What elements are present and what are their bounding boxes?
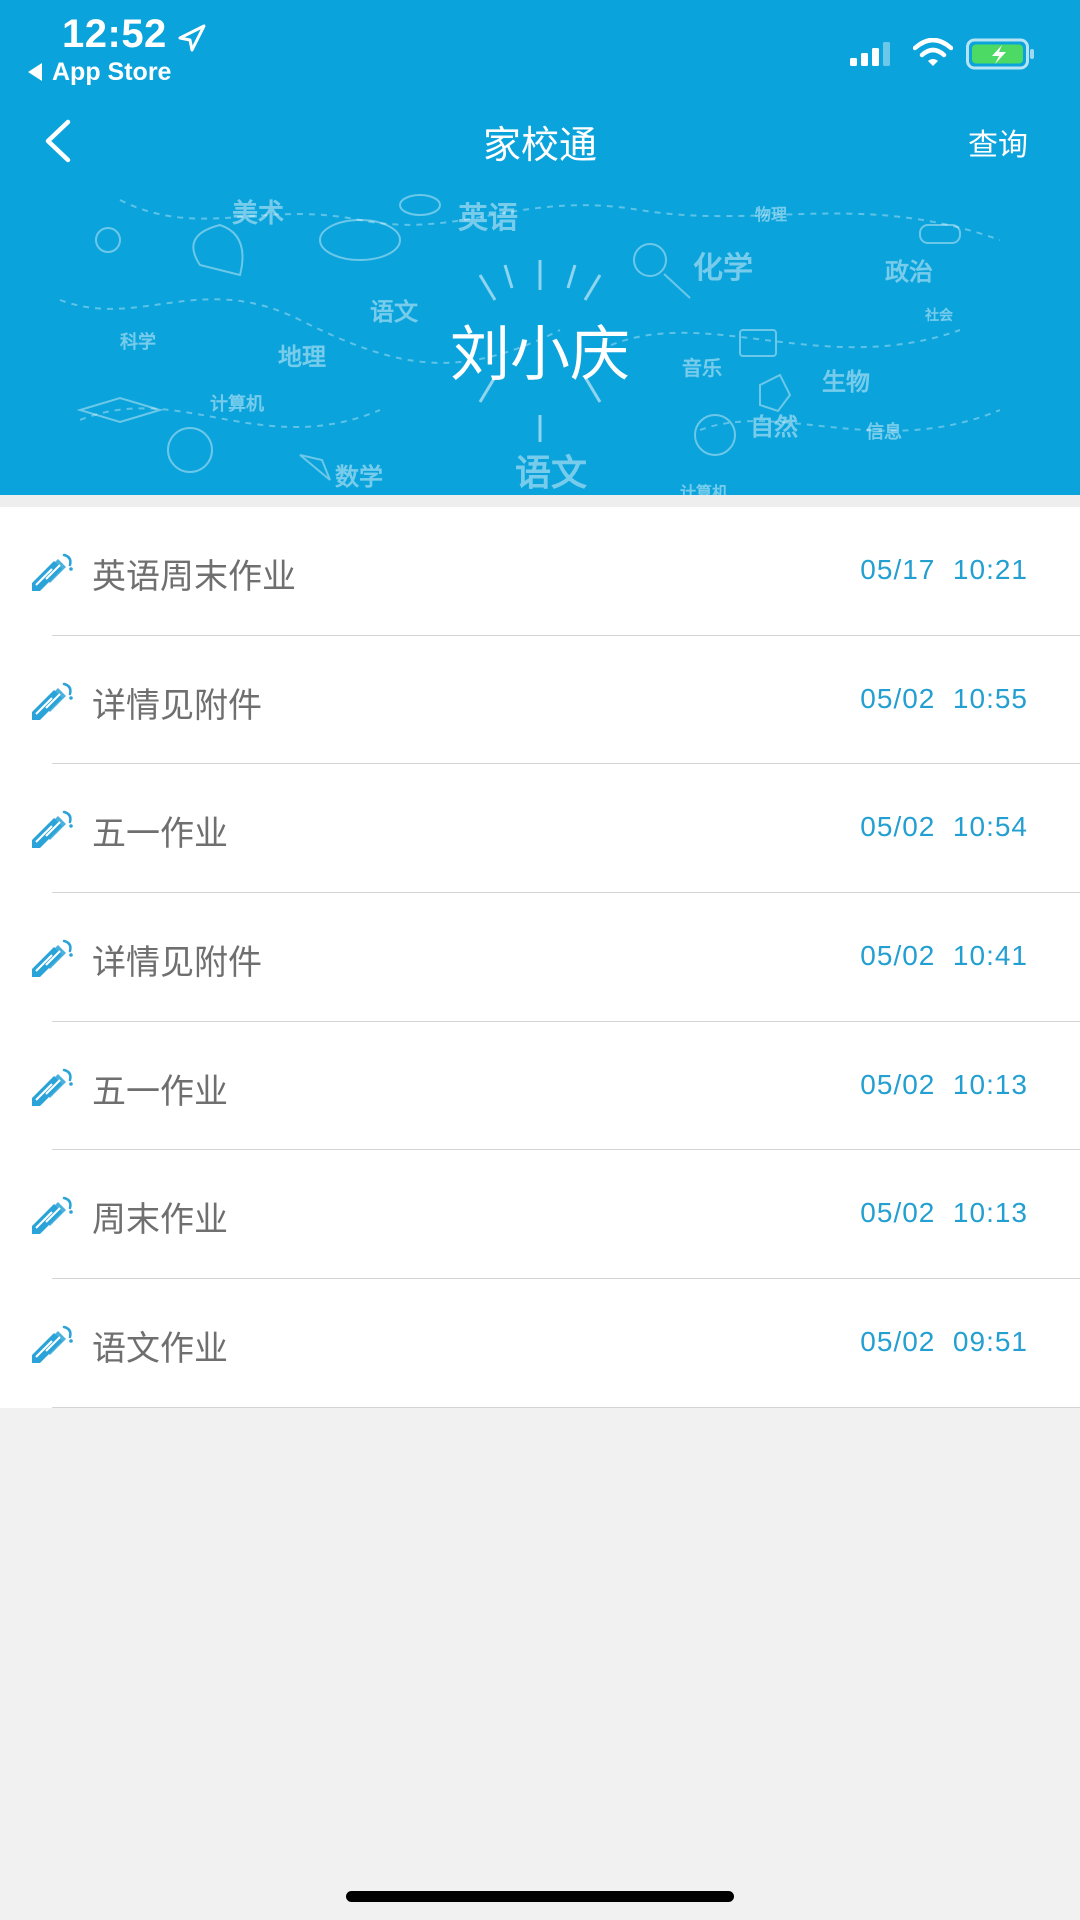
pen-icon xyxy=(30,1068,74,1107)
svg-text:数学: 数学 xyxy=(335,462,383,491)
homework-time: 05/02 10:13 xyxy=(860,1197,1028,1229)
list-item[interactable]: 周末作业 05/02 10:13 xyxy=(0,1150,1080,1280)
student-name: 刘小庆 xyxy=(450,320,630,390)
cellular-signal-icon xyxy=(850,42,890,66)
svg-text:政治: 政治 xyxy=(885,257,933,286)
homework-time: 05/02 10:41 xyxy=(860,940,1028,972)
homework-time: 05/02 10:55 xyxy=(860,682,1028,714)
homework-title: 五一作业 xyxy=(92,1071,228,1112)
svg-text:计算机: 计算机 xyxy=(210,393,264,415)
svg-text:化学: 化学 xyxy=(693,251,753,286)
svg-text:美术: 美术 xyxy=(232,198,284,229)
svg-text:英语: 英语 xyxy=(458,201,518,236)
homework-time: 05/17 10:21 xyxy=(860,554,1028,585)
back-to-app-store[interactable]: App Store xyxy=(28,58,171,87)
pen-icon xyxy=(30,1197,74,1236)
list-item[interactable]: 英语周末作业 05/17 10:21 xyxy=(0,507,1080,636)
pen-icon xyxy=(30,939,74,979)
battery-charging-icon xyxy=(966,38,1034,70)
banner-divider xyxy=(0,495,1080,507)
homework-time: 05/02 09:51 xyxy=(860,1326,1028,1358)
back-triangle-icon xyxy=(28,63,42,81)
homework-title: 英语周末作业 xyxy=(92,557,296,597)
list-item[interactable]: 五一作业 05/02 10:54 xyxy=(0,764,1080,894)
pen-icon xyxy=(30,553,74,593)
list-item[interactable]: 详情见附件 05/02 10:41 xyxy=(0,893,1080,1022)
svg-text:自然: 自然 xyxy=(750,412,798,441)
pen-icon xyxy=(30,682,74,721)
row-divider xyxy=(52,1406,1080,1408)
header-banner: 美术 英语 物理 化学 政治 社会 科学 语文 地理 计算机 音乐 生物 自然 … xyxy=(0,0,1080,495)
back-app-label: App Store xyxy=(52,58,172,86)
pen-icon xyxy=(30,811,74,850)
homework-title: 语文作业 xyxy=(92,1329,228,1370)
location-arrow-icon xyxy=(178,24,206,52)
screen: 美术 英语 物理 化学 政治 社会 科学 语文 地理 计算机 音乐 生物 自然 … xyxy=(0,0,1080,1920)
homework-list: 英语周末作业 05/17 10:21 详情见附件 05/02 10:55 五一作… xyxy=(0,507,1080,1408)
homework-title: 详情见附件 xyxy=(92,685,262,726)
svg-text:计算机: 计算机 xyxy=(680,483,728,495)
svg-text:物理: 物理 xyxy=(755,205,787,224)
list-item[interactable]: 语文作业 05/02 09:51 xyxy=(0,1279,1080,1408)
wifi-icon xyxy=(913,38,953,66)
svg-text:信息: 信息 xyxy=(866,421,902,443)
status-time: 12:52 xyxy=(62,12,167,56)
svg-text:语文: 语文 xyxy=(515,452,587,494)
pen-icon xyxy=(30,1325,74,1365)
list-item[interactable]: 详情见附件 05/02 10:55 xyxy=(0,636,1080,765)
homework-time: 05/02 10:13 xyxy=(860,1068,1028,1100)
list-item[interactable]: 五一作业 05/02 10:13 xyxy=(0,1022,1080,1151)
homework-title: 五一作业 xyxy=(92,814,228,855)
page-title: 家校通 xyxy=(482,123,597,167)
query-button[interactable]: 查询 xyxy=(968,120,1028,164)
homework-time: 05/02 10:54 xyxy=(860,811,1028,843)
home-indicator[interactable] xyxy=(346,1891,734,1902)
homework-title: 详情见附件 xyxy=(92,943,262,984)
homework-title: 周末作业 xyxy=(92,1200,228,1241)
